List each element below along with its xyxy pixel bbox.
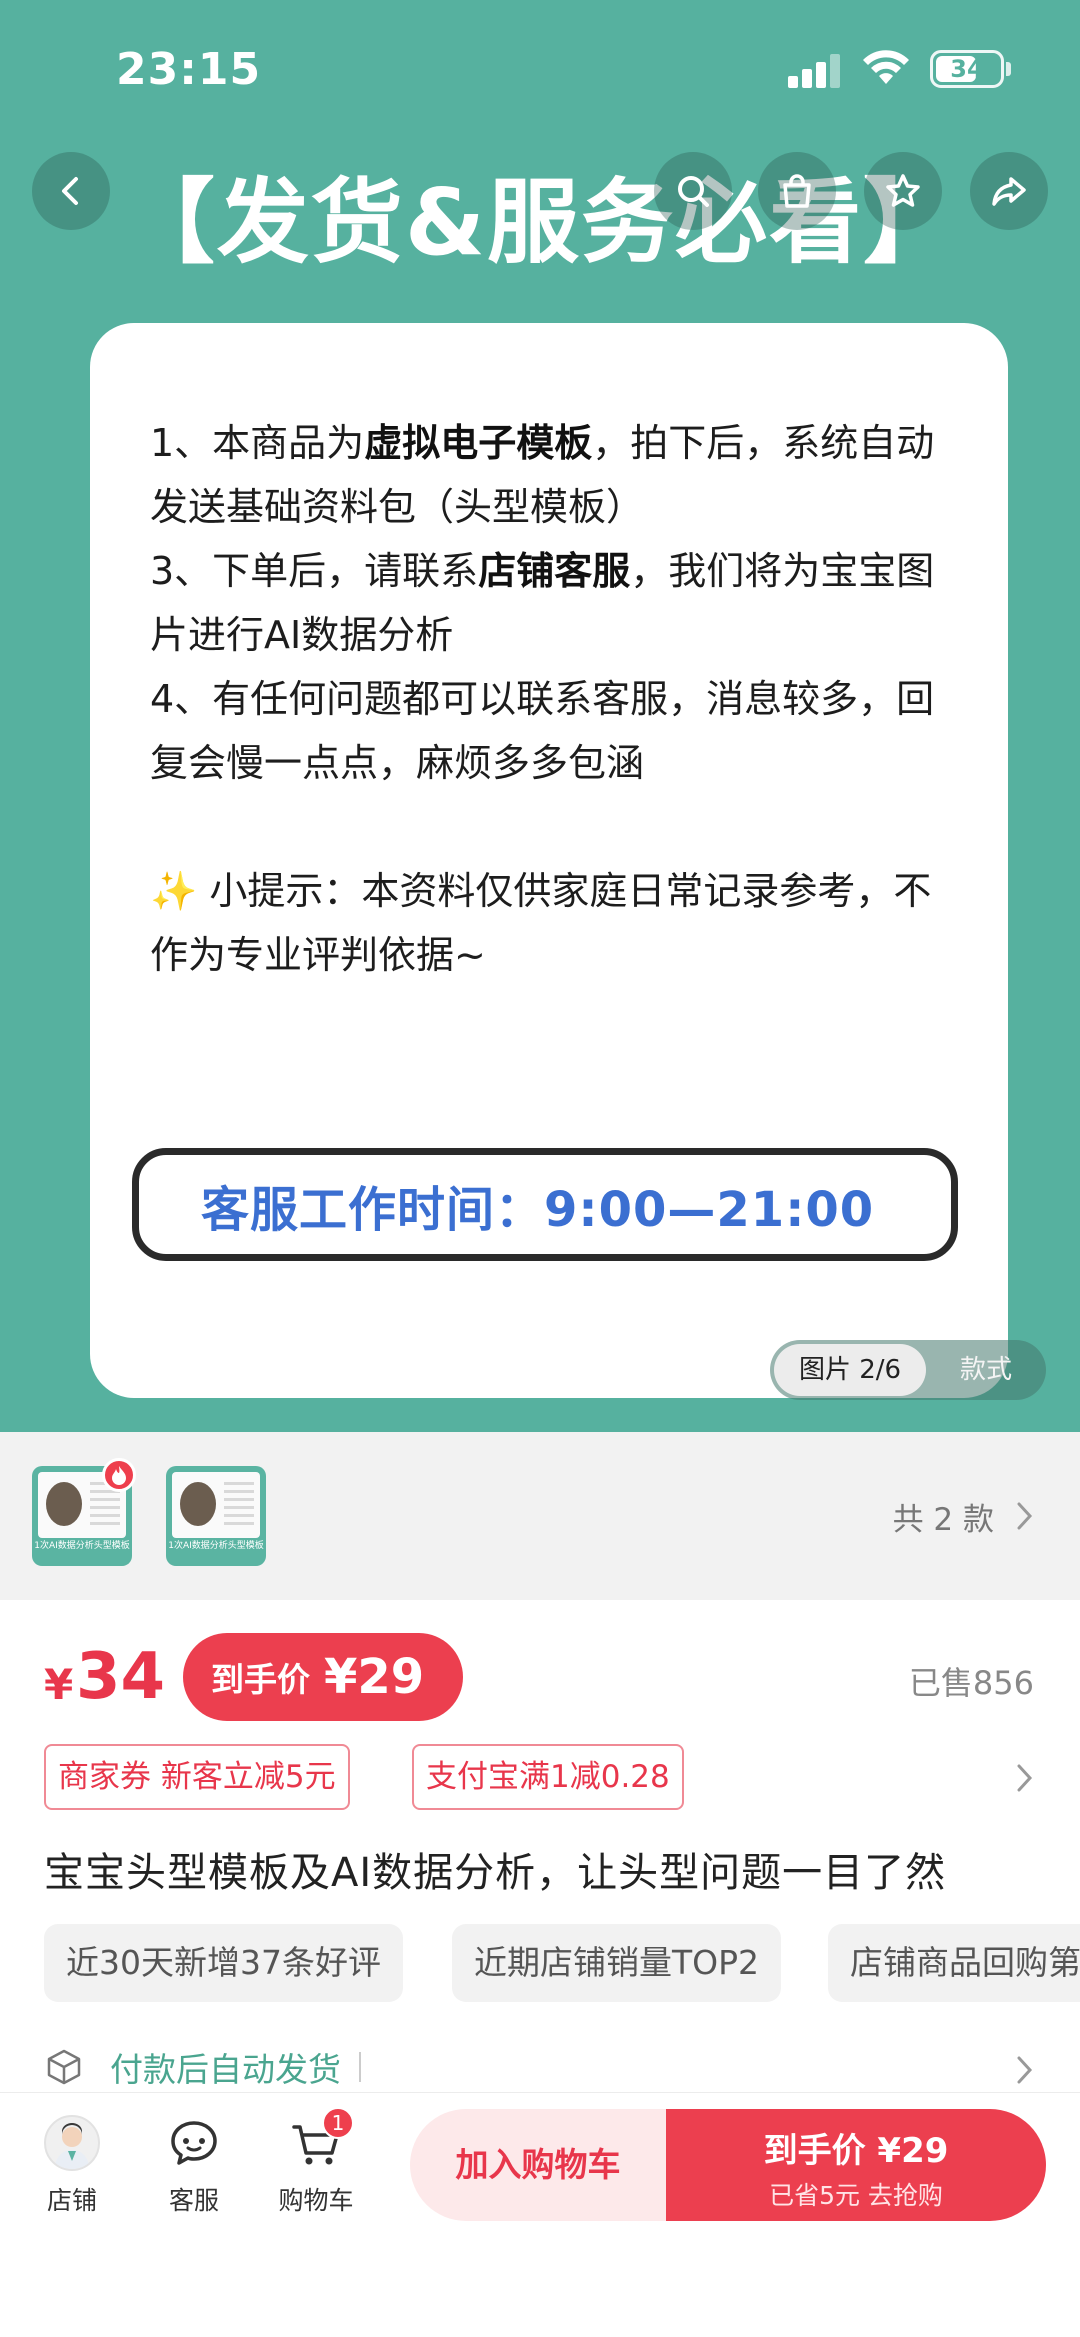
image-style-switch[interactable]: 图片 2/6 款式 <box>770 1340 1046 1400</box>
status-bar: 23:15 34 <box>0 0 1080 140</box>
sold-count: 已售856 <box>908 1664 1034 1702</box>
shop-button[interactable] <box>758 152 836 230</box>
notice-line-3: 4、有任何问题都可以联系客服，消息较多，回复会慢一点点，麻烦多多包涵 <box>150 677 935 785</box>
battery-level: 34 <box>950 55 984 83</box>
search-icon <box>678 176 709 207</box>
star-icon <box>886 174 920 207</box>
notice-text: 1、本商品为虚拟电子模板，拍下后，系统自动发送基础资料包（头型模板） 3、下单后… <box>150 411 950 987</box>
variant-selector[interactable]: 1次AI数据分析头型模板 1次AI数据分析头型模板 共 2 款 <box>0 1432 1080 1600</box>
image-index-tab[interactable]: 图片 2/6 <box>774 1344 926 1396</box>
price-currency: ¥ <box>44 1660 74 1709</box>
status-time: 23:15 <box>116 44 262 95</box>
shipping-divider <box>359 2052 361 2082</box>
cart-nav-button[interactable]: 1 购物车 <box>266 2107 366 2217</box>
buy-now-button[interactable]: 到手价 ¥29 已省5元 去抢购 <box>666 2109 1046 2221</box>
variant-count[interactable]: 共 2 款 <box>893 1494 994 1539</box>
tag-repurchase[interactable]: 店铺商品回购第 <box>828 1924 1080 2002</box>
bottom-action-bar: 店铺 客服 1 购物车 加入购物车 到手价 ¥29 已省5元 去抢购 <box>0 2092 1080 2337</box>
buy-now-savings: 已省5元 去抢购 <box>769 2181 943 2210</box>
product-title: 宝宝头型模板及AI数据分析，让头型问题一目了然 <box>44 1850 947 1896</box>
shop-avatar <box>44 2115 100 2171</box>
variant-thumbnail[interactable]: 1次AI数据分析头型模板 <box>166 1466 266 1566</box>
style-tab[interactable]: 款式 <box>930 1340 1042 1400</box>
search-button[interactable] <box>654 152 732 230</box>
bag-icon <box>783 174 811 208</box>
battery-tip <box>1006 62 1011 76</box>
wifi-icon <box>863 50 909 84</box>
product-image-gallery[interactable]: 23:15 34 【发货&服务必看】 1、本商品为虚拟电子模板，拍下后，系统自动… <box>0 0 1080 1432</box>
notice-line-1: 1、本商品为虚拟电子模板，拍下后，系统自动发送基础资料包（头型模板） <box>150 421 935 529</box>
chevron-left-icon <box>62 177 78 205</box>
variant-caption: 1次AI数据分析头型模板 <box>34 1541 130 1551</box>
final-price-badge: 到手价 ¥29 <box>183 1633 463 1721</box>
final-price-label: 到手价 <box>211 1660 310 1699</box>
notice-tip: ✨ 小提示：本资料仅供家庭日常记录参考，不作为专业评判依据~ <box>150 869 932 977</box>
buy-now-price: 到手价 ¥29 <box>763 2131 949 2171</box>
chevron-right-icon <box>1017 2056 1033 2084</box>
package-icon <box>47 2049 81 2085</box>
shop-label: 店铺 <box>46 2186 97 2215</box>
shipping-text: 付款后自动发货 <box>110 2050 341 2089</box>
service-label: 客服 <box>168 2186 219 2215</box>
cellular-signal-icon <box>788 54 844 88</box>
hot-icon <box>102 1458 136 1492</box>
variant-caption: 1次AI数据分析头型模板 <box>168 1541 264 1551</box>
final-price-value: ¥29 <box>324 1649 425 1705</box>
service-hours-text: 客服工作时间：9:00—21:00 <box>201 1181 875 1238</box>
notice-line-2: 3、下单后，请联系店铺客服，我们将为宝宝图片进行AI数据分析 <box>150 549 935 657</box>
sparkle-icon: ✨ <box>150 869 198 913</box>
cart-label: 购物车 <box>278 2186 354 2215</box>
back-button[interactable] <box>32 152 110 230</box>
chevron-right-icon <box>1017 1502 1033 1530</box>
tag-sales-rank[interactable]: 近期店铺销量TOP2 <box>452 1924 782 2002</box>
cart-count-badge: 1 <box>322 2107 354 2139</box>
coupon-alipay[interactable]: 支付宝满1减0.28 <box>412 1744 684 1810</box>
chat-icon <box>171 2121 217 2165</box>
product-info: ¥ 34 到手价 ¥29 已售856 商家券 新客立减5元 支付宝满1减0.28… <box>0 1600 1080 2092</box>
customer-service-button[interactable]: 客服 <box>144 2115 244 2217</box>
tag-reviews[interactable]: 近30天新增37条好评 <box>44 1924 403 2002</box>
favorite-button[interactable] <box>864 152 942 230</box>
share-icon <box>992 177 1026 206</box>
chevron-right-icon[interactable] <box>1014 1760 1036 1796</box>
add-to-cart-button[interactable]: 加入购物车 <box>410 2109 666 2221</box>
service-hours-box: 客服工作时间：9:00—21:00 <box>132 1148 958 1261</box>
share-button[interactable] <box>970 152 1048 230</box>
shipping-row[interactable]: 付款后自动发货 <box>44 2042 361 2092</box>
coupon-merchant[interactable]: 商家券 新客立减5元 <box>44 1744 350 1810</box>
shop-nav-button[interactable]: 店铺 <box>22 2115 122 2217</box>
notice-card: 1、本商品为虚拟电子模板，拍下后，系统自动发送基础资料包（头型模板） 3、下单后… <box>90 323 1008 1398</box>
battery-icon: 34 <box>930 50 1004 88</box>
price-amount: 34 <box>76 1640 166 1714</box>
